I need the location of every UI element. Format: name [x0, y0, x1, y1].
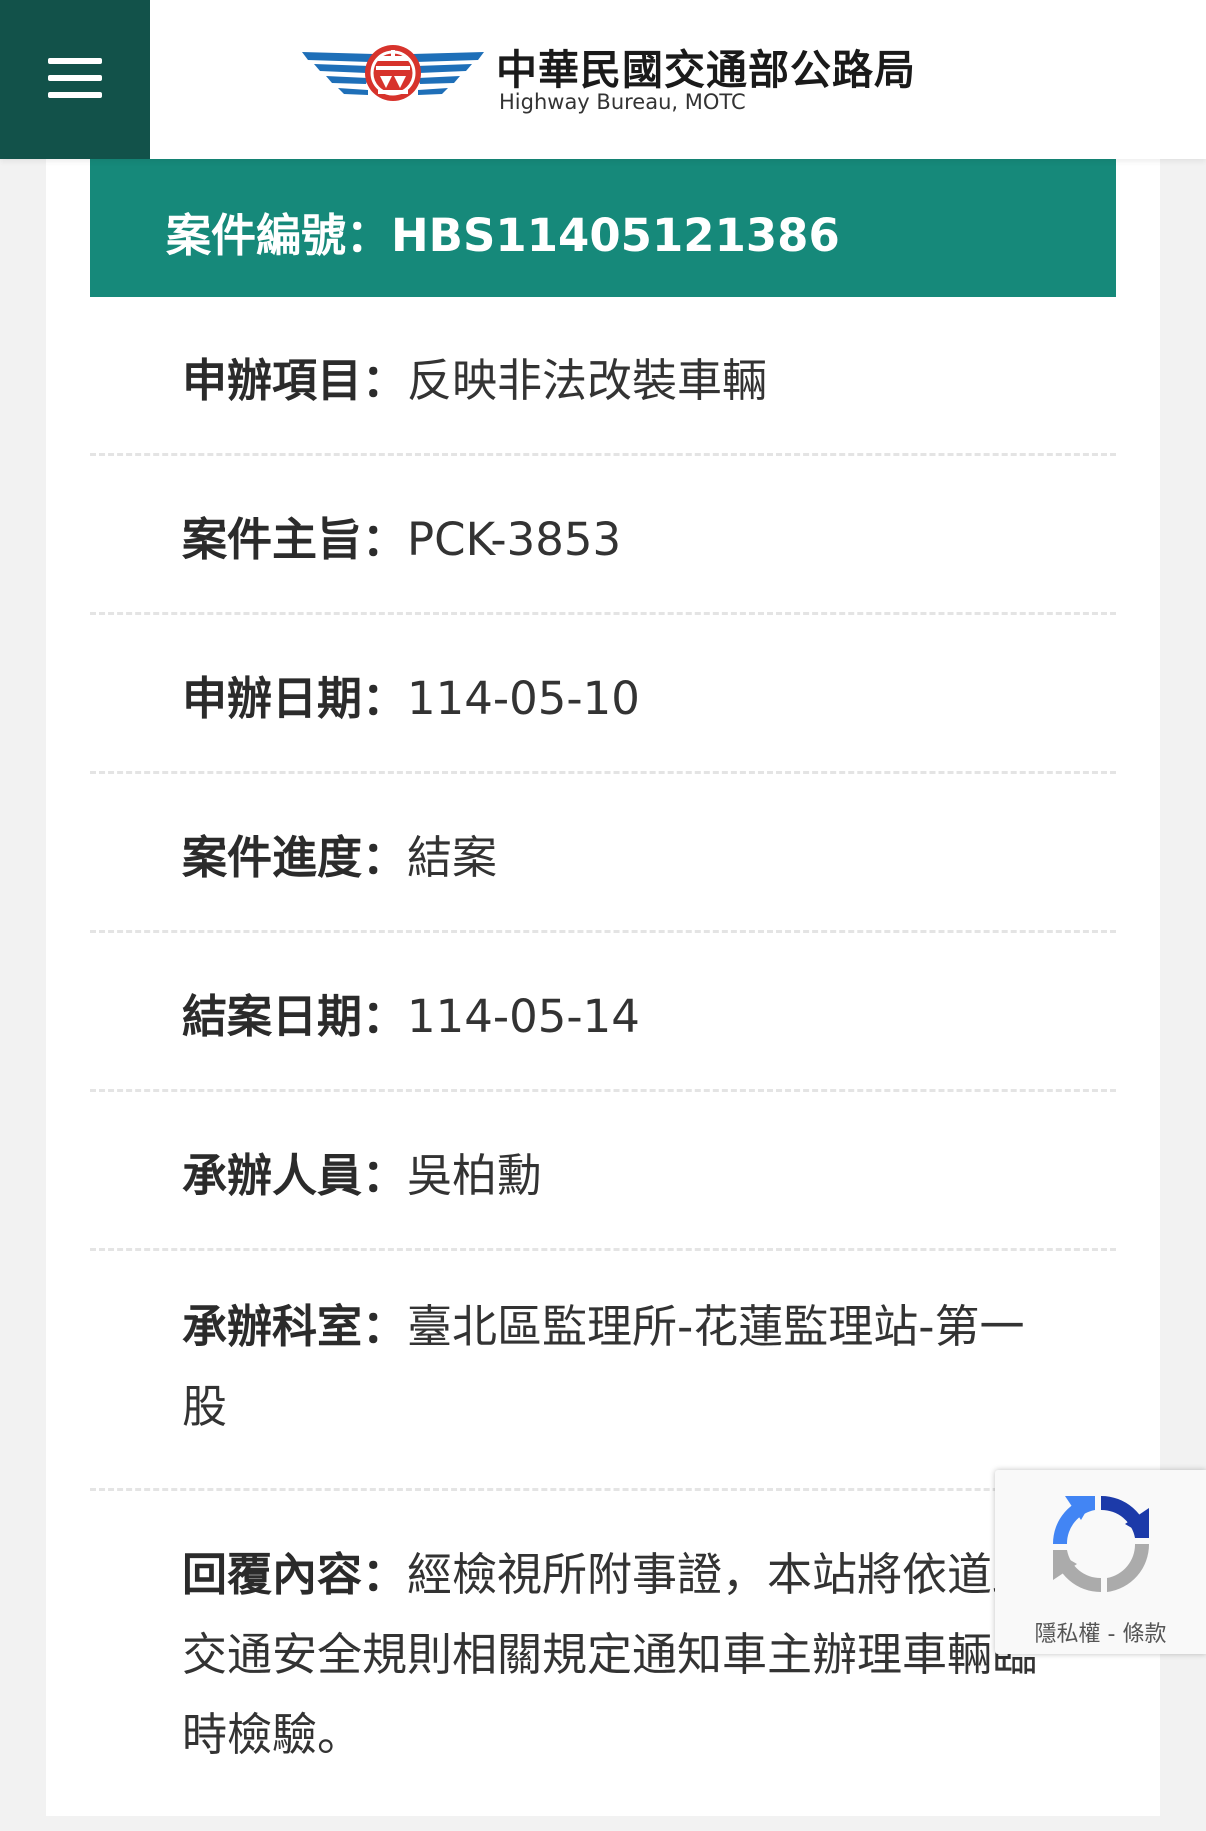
- hamburger-menu-icon: [48, 58, 102, 64]
- site-logo[interactable]: 中華民國交通部公路局 Highway Bureau, MOTC: [300, 30, 940, 130]
- field-label: 回覆內容：: [182, 1548, 408, 1601]
- site-subtitle: Highway Bureau, MOTC: [499, 90, 746, 114]
- field-row-progress: 案件進度：結案: [90, 774, 1116, 933]
- field-row-close-date: 結案日期：114-05-14: [90, 933, 1116, 1092]
- field-row-item: 申辦項目：反映非法改裝車輛: [90, 297, 1116, 456]
- field-row-office: 承辦科室：臺北區監理所-花蓮監理站-第一股: [90, 1251, 1116, 1491]
- recaptcha-terms-link[interactable]: 條款: [1122, 1622, 1166, 1647]
- case-number-value: HBS11405121386: [391, 209, 840, 262]
- field-row-apply-date: 申辦日期：114-05-10: [90, 615, 1116, 774]
- menu-button[interactable]: [0, 0, 150, 159]
- field-row-handler: 承辦人員：吳柏勳: [90, 1092, 1116, 1251]
- field-value: 反映非法改裝車輛: [407, 354, 768, 407]
- case-field-list: 申辦項目：反映非法改裝車輛 案件主旨：PCK-3853 申辦日期：114-05-…: [90, 297, 1116, 1831]
- field-label: 申辦項目：: [182, 354, 408, 407]
- recaptcha-separator: -: [1100, 1622, 1123, 1647]
- case-number-label: 案件編號：: [166, 209, 392, 262]
- field-value: PCK-3853: [407, 513, 622, 566]
- site-header: 中華民國交通部公路局 Highway Bureau, MOTC: [0, 0, 1206, 159]
- field-value: 114-05-10: [407, 672, 640, 725]
- field-row-subject: 案件主旨：PCK-3853: [90, 456, 1116, 615]
- field-value: 吳柏勳: [407, 1149, 543, 1202]
- field-label: 結案日期：: [182, 990, 408, 1043]
- recaptcha-privacy-link[interactable]: 隱私權: [1035, 1622, 1101, 1647]
- site-title: 中華民國交通部公路局: [496, 46, 916, 94]
- field-label: 承辦人員：: [182, 1149, 408, 1202]
- field-label: 案件進度：: [182, 831, 408, 884]
- recaptcha-badge[interactable]: 隱私權 - 條款: [995, 1470, 1206, 1654]
- case-detail-card: 案件編號：HBS11405121386 申辦項目：反映非法改裝車輛 案件主旨：P…: [46, 159, 1160, 1816]
- field-row-reply: 回覆內容：經檢視所附事證，本站將依道路交通安全規則相關規定通知車主辦理車輛臨時檢…: [90, 1491, 1116, 1831]
- field-value: 結案: [407, 831, 498, 884]
- highway-bureau-emblem-icon: [302, 45, 484, 101]
- recaptcha-icon: [1052, 1495, 1150, 1593]
- field-value: 114-05-14: [407, 990, 640, 1043]
- field-label: 案件主旨：: [182, 513, 408, 566]
- field-label: 申辦日期：: [182, 672, 408, 725]
- case-number-banner: 案件編號：HBS11405121386: [90, 159, 1116, 297]
- recaptcha-links: 隱私權 - 條款: [995, 1616, 1206, 1648]
- field-label: 承辦科室：: [182, 1300, 408, 1353]
